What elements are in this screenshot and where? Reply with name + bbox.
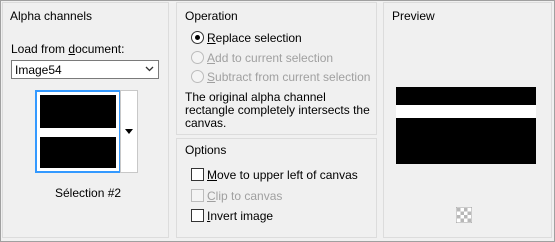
selection-thumbnail-image <box>40 95 116 168</box>
operation-title: Operation <box>185 9 238 23</box>
selection-dropdown-button[interactable] <box>120 90 138 173</box>
subtract-from-selection-radio[interactable] <box>191 70 204 83</box>
replace-selection-radio[interactable] <box>191 31 204 44</box>
document-select-value: Image54 <box>15 63 62 77</box>
checkerboard-icon[interactable] <box>456 207 472 223</box>
subtract-from-selection-label[interactable]: Subtract from current selection <box>207 70 370 84</box>
load-from-document-label: Load from document: <box>11 42 125 56</box>
preview-selection-bar <box>396 105 536 118</box>
alpha-channels-title: Alpha channels <box>10 9 93 23</box>
add-to-selection-radio[interactable] <box>191 51 204 64</box>
document-select[interactable]: Image54 <box>11 60 159 79</box>
selection-thumbnail-bar <box>40 128 116 137</box>
selection-name: Sélection #2 <box>55 186 122 200</box>
move-to-upper-left-checkbox[interactable] <box>191 168 204 181</box>
operation-note: The original alpha channel rectangle com… <box>185 90 370 130</box>
move-to-upper-left-label[interactable]: Move to upper left of canvas <box>207 168 358 182</box>
invert-image-checkbox[interactable] <box>191 209 204 222</box>
triangle-down-icon <box>125 129 133 134</box>
chevron-down-icon <box>145 66 154 72</box>
preview-canvas <box>396 87 536 164</box>
replace-selection-label[interactable]: Replace selection <box>207 31 302 45</box>
clip-to-canvas-checkbox[interactable] <box>191 189 204 202</box>
selection-thumbnail[interactable] <box>35 90 121 173</box>
preview-title: Preview <box>392 9 435 23</box>
clip-to-canvas-label[interactable]: Clip to canvas <box>207 189 282 203</box>
add-to-selection-label[interactable]: Add to current selection <box>207 51 333 65</box>
options-title: Options <box>185 143 227 157</box>
invert-image-label[interactable]: Invert image <box>207 209 273 223</box>
